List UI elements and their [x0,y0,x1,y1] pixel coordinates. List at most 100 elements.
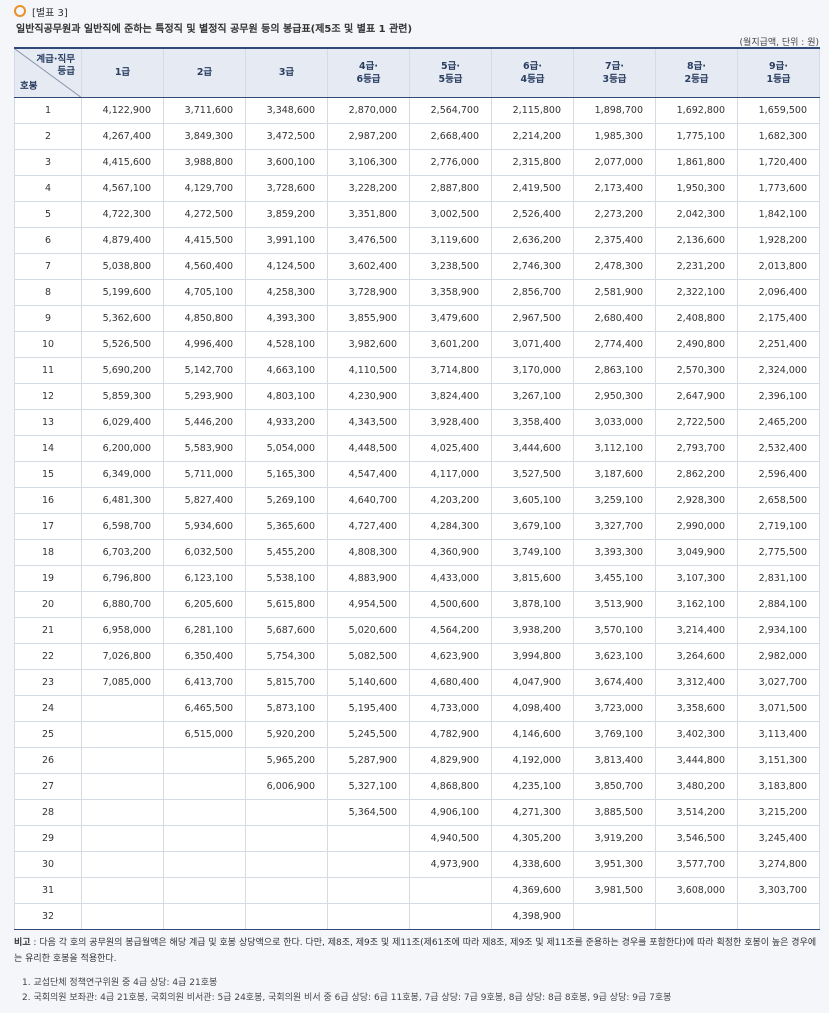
salary-cell [163,772,246,800]
salary-cell: 3,480,200 [655,772,738,800]
salary-cell: 2,596,400 [737,460,820,488]
salary-cell: 4,722,300 [81,200,164,228]
step-cell: 8 [14,278,82,306]
salary-cell: 2,928,300 [655,486,738,514]
salary-cell: 3,749,100 [491,538,574,566]
salary-cell [81,720,164,748]
table-row: 16 6,481,300 5,827,400 5,269,100 4,640,700 4,… [14,486,820,514]
salary-cell: 3,991,100 [245,226,328,254]
step-cell: 27 [14,772,82,800]
salary-cell: 2,776,000 [409,148,492,176]
salary-cell: 2,115,800 [491,96,574,124]
table-row: 3 4,415,600 3,988,800 3,600,100 3,106,300 2,7… [14,148,820,176]
salary-cell: 3,723,000 [573,694,656,722]
salary-cell: 4,850,800 [163,304,246,332]
salary-cell: 7,026,800 [81,642,164,670]
salary-cell: 4,146,600 [491,720,574,748]
salary-cell: 5,054,000 [245,434,328,462]
salary-cell [81,850,164,878]
salary-cell: 3,049,900 [655,538,738,566]
salary-cell: 4,369,600 [491,876,574,904]
salary-cell: 7,085,000 [81,668,164,696]
salary-cell: 1,842,100 [737,200,820,228]
remarks-text: : 다음 각 호의 공무원의 봉급월액은 해당 계급 및 호봉 상당액으로 한다… [14,938,817,964]
salary-cell: 5,365,600 [245,512,328,540]
salary-cell: 2,863,100 [573,356,656,384]
salary-cell: 3,215,200 [737,798,820,826]
salary-cell: 2,173,400 [573,174,656,202]
salary-cell: 4,564,200 [409,616,492,644]
step-cell: 29 [14,824,82,852]
salary-cell: 3,514,200 [655,798,738,826]
salary-cell: 3,119,600 [409,226,492,254]
salary-cell: 1,692,800 [655,96,738,124]
salary-cell [163,876,246,904]
table-row: 18 6,703,200 6,032,500 5,455,200 4,808,300 4,… [14,538,820,566]
table-row: 21 6,958,000 6,281,100 5,687,600 5,020,600 4,… [14,616,820,644]
salary-cell: 2,315,800 [491,148,574,176]
salary-cell: 3,351,800 [327,200,410,228]
table-row: 8 5,199,600 4,705,100 4,258,300 3,728,900 3,3… [14,278,820,306]
table-row: 22 7,026,800 6,350,400 5,754,300 5,082,500 4,… [14,642,820,670]
salary-cell: 2,042,300 [655,200,738,228]
salary-cell: 3,855,900 [327,304,410,332]
salary-cell [163,902,246,930]
salary-cell: 5,362,600 [81,304,164,332]
salary-cell: 4,393,300 [245,304,328,332]
salary-cell: 3,479,600 [409,304,492,332]
salary-cell: 1,898,700 [573,96,656,124]
salary-cell: 4,110,500 [327,356,410,384]
salary-cell: 3,994,800 [491,642,574,670]
step-cell: 16 [14,486,82,514]
salary-cell: 4,808,300 [327,538,410,566]
step-cell: 3 [14,148,82,176]
step-cell: 21 [14,616,82,644]
salary-cell [245,850,328,878]
salary-cell: 2,774,400 [573,330,656,358]
salary-cell: 2,793,700 [655,434,738,462]
salary-cell: 2,987,200 [327,122,410,150]
salary-cell: 4,025,400 [409,434,492,462]
salary-cell: 6,465,500 [163,694,246,722]
salary-cell: 3,476,500 [327,226,410,254]
table-row: 12 5,859,300 5,293,900 4,803,100 4,230,900 3,… [14,382,820,410]
salary-cell: 4,547,400 [327,460,410,488]
column-header: 3급 [245,47,328,98]
salary-cell: 2,013,800 [737,252,820,280]
salary-cell: 3,393,300 [573,538,656,566]
table-row: 19 6,796,800 6,123,100 5,538,100 4,883,900 4,… [14,564,820,592]
table-label: [별표 3] [32,7,68,19]
step-cell: 24 [14,694,82,722]
salary-cell: 6,123,100 [163,564,246,592]
salary-cell: 5,199,600 [81,278,164,306]
salary-cell: 2,322,100 [655,278,738,306]
salary-cell: 1,682,300 [737,122,820,150]
document-header: [별표 3] 일반직공무원과 일반직에 준하는 특정직 및 별정직 공무원 등의… [14,3,819,48]
salary-cell: 3,170,000 [491,356,574,384]
salary-cell [245,876,328,904]
column-header: 8급· 2등급 [655,47,738,98]
salary-cell: 5,754,300 [245,642,328,670]
salary-cell: 3,071,500 [737,694,820,722]
salary-cell [81,772,164,800]
salary-cell: 2,982,000 [737,642,820,670]
salary-cell: 1,775,100 [655,122,738,150]
salary-cell: 4,623,900 [409,642,492,670]
salary-cell [245,798,328,826]
salary-cell: 2,273,200 [573,200,656,228]
salary-cell: 6,205,600 [163,590,246,618]
salary-cell: 5,538,100 [245,564,328,592]
salary-cell: 3,327,700 [573,512,656,540]
salary-cell: 5,245,500 [327,720,410,748]
table-row: 31 4,369,600 3,981,500 3,608,000 3,303,700 [14,876,820,904]
salary-cell [163,746,246,774]
salary-cell: 2,967,500 [491,304,574,332]
corner-grade-label: 계급·직무 등급 [36,54,75,77]
salary-cell: 3,601,200 [409,330,492,358]
step-cell: 18 [14,538,82,566]
table-row: 29 4,940,500 4,305,200 3,919,200 3,546,500 3,… [14,824,820,852]
salary-cell: 3,714,800 [409,356,492,384]
salary-cell: 3,402,300 [655,720,738,748]
salary-cell: 4,272,500 [163,200,246,228]
salary-cell [327,876,410,904]
